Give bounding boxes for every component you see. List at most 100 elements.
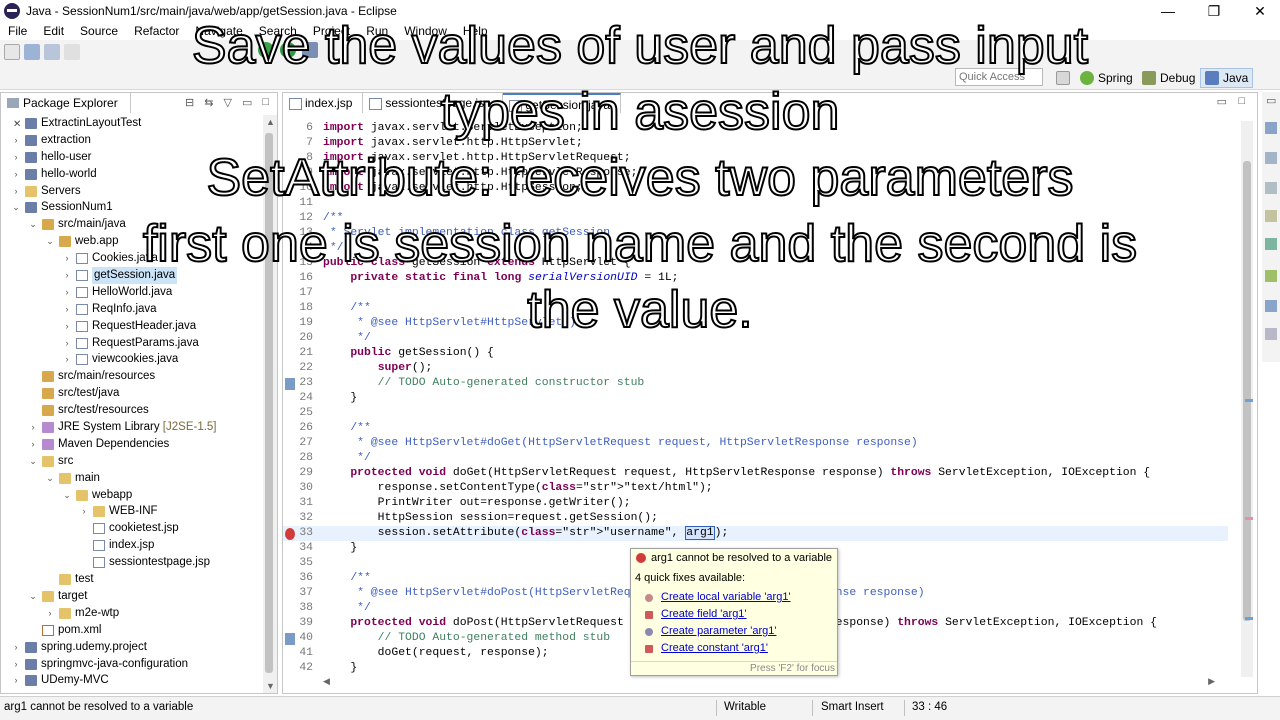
menu-window[interactable]: Window <box>396 24 455 38</box>
editor-maximize-icon[interactable]: □ <box>1238 95 1245 107</box>
restore-icon[interactable]: ▭ <box>1266 94 1276 107</box>
menu-help[interactable]: Help <box>455 24 496 38</box>
collapsed-arrow-icon[interactable]: › <box>79 503 89 520</box>
scroll-right-icon[interactable]: ▶ <box>1208 676 1215 687</box>
menu-run[interactable]: Run <box>358 24 396 38</box>
code-line[interactable]: 24 } <box>283 391 1228 406</box>
minimize-button[interactable]: — <box>1148 0 1188 22</box>
tree-item[interactable]: › ExtractinLayoutTest <box>1 115 263 132</box>
tree-item[interactable]: src/main/resources <box>1 368 263 385</box>
collapsed-arrow-icon[interactable]: › <box>11 166 21 183</box>
code-line[interactable]: 31 PrintWriter out=response.getWriter(); <box>283 496 1228 511</box>
editor-minimize-icon[interactable]: ▭ <box>1217 95 1227 108</box>
problems-icon[interactable] <box>1265 182 1277 194</box>
tree-item[interactable]: › Maven Dependencies <box>1 436 263 453</box>
fix-create-parameter[interactable]: Create parameter 'arg1' <box>631 623 837 640</box>
declaration-icon[interactable] <box>1265 238 1277 250</box>
code-line[interactable]: 21 public getSession() { <box>283 346 1228 361</box>
code-line[interactable]: 7 import javax.servlet.http.HttpServlet; <box>283 136 1228 151</box>
code-line[interactable]: 17 <box>283 286 1228 301</box>
maximize-view-icon[interactable]: □ <box>262 96 269 109</box>
run-icon[interactable] <box>280 42 296 58</box>
fix-create-constant[interactable]: Create constant 'arg1' <box>631 640 837 657</box>
code-line[interactable]: 33 session.setAttribute(class="str">"use… <box>283 526 1228 541</box>
code-line[interactable]: 28 */ <box>283 451 1228 466</box>
menu-refactor[interactable]: Refactor <box>126 24 187 38</box>
overview-mark-error[interactable] <box>1245 517 1253 520</box>
tree-item[interactable]: › springmvc-java-configuration <box>1 656 263 673</box>
tree-item[interactable]: › hello-user <box>1 149 263 166</box>
menu-file[interactable]: File <box>0 24 35 38</box>
tree-item[interactable]: index.jsp <box>1 537 263 554</box>
tree-item[interactable]: › spring.udemy.project <box>1 639 263 656</box>
code-line[interactable]: 22 super(); <box>283 361 1228 376</box>
tree-item[interactable]: ⌄ SessionNum1 <box>1 199 263 216</box>
perspective-spring[interactable]: Spring <box>1080 68 1133 88</box>
collapsed-arrow-icon[interactable]: › <box>11 672 21 689</box>
collapsed-arrow-icon[interactable]: › <box>28 419 38 436</box>
tree-item[interactable]: src/test/resources <box>1 402 263 419</box>
code-line[interactable]: 14 */ <box>283 241 1228 256</box>
javadoc-icon[interactable] <box>1265 210 1277 222</box>
code-line[interactable]: 11 <box>283 196 1228 211</box>
collapsed-arrow-icon[interactable]: › <box>11 656 21 673</box>
code-line[interactable]: 6 import javax.servlet.ServletException; <box>283 121 1228 136</box>
code-line[interactable]: 25 <box>283 406 1228 421</box>
servers-icon[interactable] <box>1265 300 1277 312</box>
outline-icon[interactable] <box>1265 122 1277 134</box>
expanded-arrow-icon[interactable]: ⌄ <box>45 233 55 250</box>
tree-item[interactable]: › HelloWorld.java <box>1 284 263 301</box>
code-line[interactable]: 8 import javax.servlet.http.HttpServletRe… <box>283 151 1228 166</box>
perspective-java[interactable]: Java <box>1200 68 1254 88</box>
code-line[interactable]: 23 // TODO Auto-generated constructor st… <box>283 376 1228 391</box>
tree-item[interactable]: sessiontestpage.jsp <box>1 554 263 571</box>
tree-item[interactable]: › viewcookies.java <box>1 351 263 368</box>
code-line[interactable]: 27 * @see HttpServlet#doGet(HttpServletR… <box>283 436 1228 451</box>
expanded-arrow-icon[interactable]: ⌄ <box>28 216 38 233</box>
tree-item[interactable]: › m2e-wtp <box>1 605 263 622</box>
expanded-arrow-icon[interactable]: ⌄ <box>62 487 72 504</box>
code-line[interactable]: 9 import javax.servlet.http.HttpServletRe… <box>283 166 1228 181</box>
code-line[interactable]: 12 /** <box>283 211 1228 226</box>
code-line[interactable]: 16 private static final long serialVersi… <box>283 271 1228 286</box>
tree-item[interactable]: src/test/java <box>1 385 263 402</box>
quick-access-input[interactable]: Quick Access <box>955 68 1043 86</box>
task-marker-icon[interactable] <box>285 378 295 390</box>
overview-mark-occurrence[interactable] <box>1245 399 1253 402</box>
collapsed-arrow-icon[interactable]: › <box>45 605 55 622</box>
scroll-down-icon[interactable]: ▼ <box>266 681 275 691</box>
tree-item[interactable]: ⌄ src <box>1 453 263 470</box>
external-tools-icon[interactable] <box>302 42 318 58</box>
tree-item[interactable]: › ReqInfo.java <box>1 301 263 318</box>
code-line[interactable]: 18 /** <box>283 301 1228 316</box>
collapsed-arrow-icon[interactable]: › <box>11 132 21 149</box>
collapsed-arrow-icon[interactable]: › <box>62 318 72 335</box>
menu-search[interactable]: Search <box>251 24 305 38</box>
menu-source[interactable]: Source <box>72 24 126 38</box>
collapsed-arrow-icon[interactable]: › <box>62 250 72 267</box>
expanded-arrow-icon[interactable]: ⌄ <box>28 588 38 605</box>
tree-item[interactable]: ⌄ src/main/java <box>1 216 263 233</box>
tree-item[interactable]: › getSession.java <box>1 267 263 285</box>
collapsed-arrow-icon[interactable]: › <box>11 115 21 132</box>
save-icon[interactable] <box>24 44 40 60</box>
collapsed-arrow-icon[interactable]: › <box>62 301 72 318</box>
collapsed-arrow-icon[interactable]: › <box>62 284 72 301</box>
perspective-debug[interactable]: Debug <box>1142 68 1195 88</box>
code-line[interactable]: 19 * @see HttpServlet#HttpServlet() <box>283 316 1228 331</box>
overview-mark-occurrence[interactable] <box>1245 617 1253 620</box>
open-perspective-button[interactable] <box>1056 68 1074 88</box>
collapsed-arrow-icon[interactable]: › <box>62 351 72 368</box>
task-list-icon[interactable] <box>1265 152 1277 164</box>
collapsed-arrow-icon[interactable]: › <box>11 183 21 200</box>
tab-index-jsp[interactable]: index.jsp <box>283 93 364 113</box>
save-all-icon[interactable] <box>44 44 60 60</box>
code-line[interactable]: 26 /** <box>283 421 1228 436</box>
tree-item[interactable]: ⌄ web.app <box>1 233 263 250</box>
progress-icon[interactable] <box>1265 328 1277 340</box>
tree-item[interactable]: › extraction <box>1 132 263 149</box>
menu-navigate[interactable]: Navigate <box>187 24 250 38</box>
task-marker-icon[interactable] <box>285 633 295 645</box>
tree-item[interactable]: ⌄ main <box>1 470 263 487</box>
fix-create-field[interactable]: Create field 'arg1' <box>631 606 837 623</box>
